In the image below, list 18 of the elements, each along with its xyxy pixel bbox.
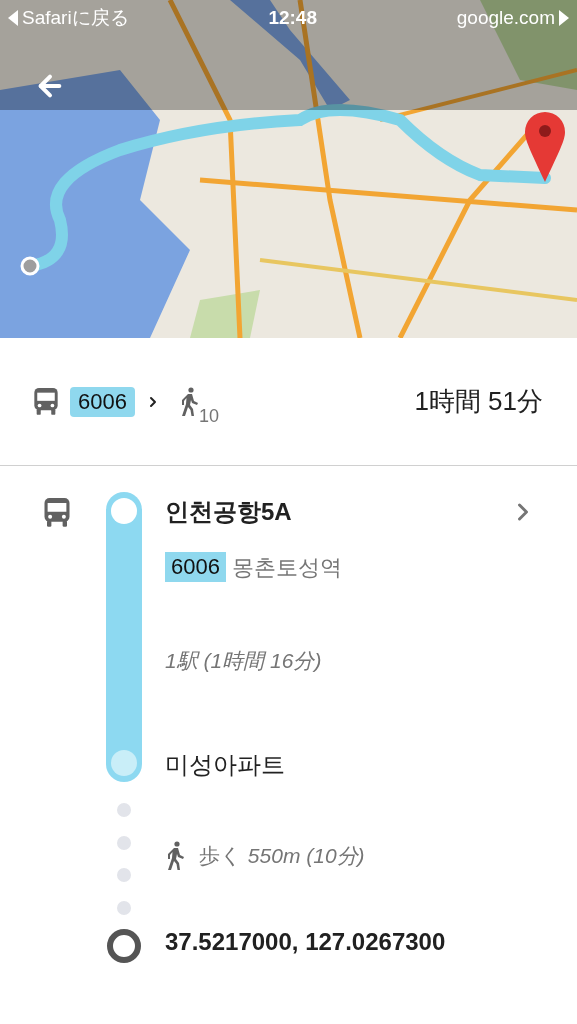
walking-person-icon [165,841,185,871]
walk-info: 歩く 550m (10分) [199,843,365,870]
arrival-stop: 미성아파트 [165,750,285,780]
total-duration: 1時間 51分 [414,385,543,418]
destination-marker [107,929,141,963]
caret-icon [559,10,569,26]
stop-marker [111,498,137,524]
destination-coordinates: 37.5217000, 127.0267300 [165,927,446,957]
departure-stop: 인천공항5A [165,497,292,527]
caret-icon [8,10,18,26]
stops-info: 1駅 (1時間 16分) [165,648,322,675]
route-badge: 6006 [165,552,226,582]
bus-icon [32,385,60,418]
route-badge: 6006 [70,386,135,417]
walk-minutes: 10 [198,406,219,425]
headsign: 몽촌토성역 [231,553,342,582]
stop-marker [111,750,137,776]
bus-icon [42,496,72,530]
